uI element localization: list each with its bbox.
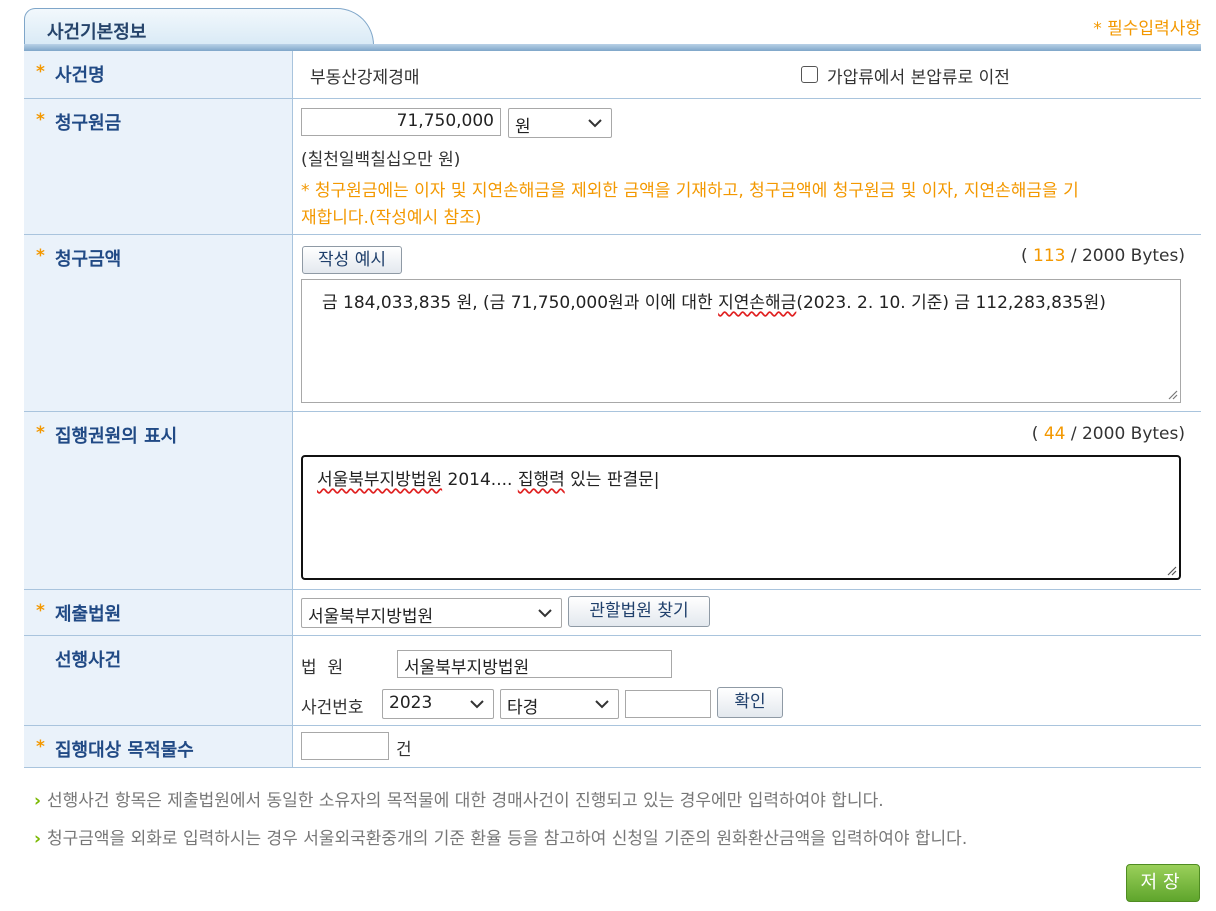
required-star: *	[36, 246, 45, 266]
title-text-d: 있는 판결문|	[564, 470, 660, 490]
row-prior-case: 선행사건 법 원 서울북부지방법원 사건번호 2023 타경 확인	[24, 636, 1201, 726]
note-text: 선행사건 항목은 제출법원에서 동일한 소유자의 목적물에 대한 경매사건이 진…	[47, 791, 884, 811]
prior-case-label-cell: 선행사건	[24, 636, 293, 725]
target-count-value-cell: 건	[301, 726, 1193, 767]
title-display-label: 집행권원의 표시	[55, 426, 178, 447]
confirm-button[interactable]: 확인	[717, 687, 783, 718]
resize-grip-icon[interactable]	[1166, 388, 1178, 400]
title-bytes-total: / 2000 Bytes)	[1070, 424, 1185, 444]
case-type-selected: 타경	[507, 698, 539, 718]
case-name-label: 사건명	[55, 65, 105, 86]
target-count-input[interactable]	[301, 732, 389, 760]
title-text-a: 서울북부지방법원	[317, 470, 443, 490]
save-button[interactable]: 저장	[1126, 864, 1200, 902]
title-byte-counter: ( 44 / 2000 Bytes)	[1032, 424, 1185, 444]
target-count-unit: 건	[396, 740, 412, 760]
case-name-label-cell: * 사건명	[24, 51, 293, 98]
note-text: 청구금액을 외화로 입력하시는 경우 서울외국환중개의 기준 환율 등을 참고하…	[47, 829, 968, 849]
required-star: *	[36, 423, 45, 443]
principal-note-line2: 재합니다.(작성예시 참조)	[301, 208, 482, 228]
title-display-value-cell: ( 44 / 2000 Bytes) 서울북부지방법원 2014.... 집행력…	[301, 412, 1193, 589]
seizure-transfer-label[interactable]: 가압류에서 본압류로 이전	[827, 63, 1010, 88]
note-prior-case: › 선행사건 항목은 제출법원에서 동일한 소유자의 목적물에 대한 경매사건이 …	[34, 786, 884, 811]
chevron-down-icon	[595, 700, 609, 709]
claim-amount-label: 청구금액	[55, 249, 122, 270]
chevron-down-icon	[588, 119, 602, 128]
row-principal: * 청구원금 71,750,000 원 (칠천일백칠십오만 원) * 청구원금에…	[24, 99, 1201, 235]
section-title: 사건기본정보	[47, 22, 147, 43]
principal-note-line1: * 청구원금에는 이자 및 지연손해금을 제외한 금액을 기재하고, 청구금액에…	[301, 181, 1079, 201]
case-year-selected: 2023	[389, 693, 433, 713]
section-underline	[24, 44, 1201, 51]
prior-court-input[interactable]: 서울북부지방법원	[397, 650, 672, 678]
chevron-down-icon	[538, 609, 552, 618]
court-label-cell: * 제출법원	[24, 590, 293, 635]
claim-byte-counter: ( 113 / 2000 Bytes)	[1021, 246, 1185, 266]
required-star: *	[36, 737, 45, 757]
principal-label-cell: * 청구원금	[24, 99, 293, 234]
principal-value-cell: 71,750,000 원 (칠천일백칠십오만 원) * 청구원금에는 이자 및 …	[301, 99, 1193, 234]
section-tab: 사건기본정보	[24, 8, 374, 45]
row-claim-amount: * 청구금액 작성 예시 ( 113 / 2000 Bytes) 금 184,0…	[24, 235, 1201, 412]
claim-amount-value-cell: 작성 예시 ( 113 / 2000 Bytes) 금 184,033,835 …	[301, 235, 1193, 411]
prior-court-label: 법 원	[301, 658, 344, 678]
claim-amount-textarea[interactable]: 금 184,033,835 원, (금 71,750,000원과 이에 대한 지…	[301, 279, 1181, 403]
row-target-count: * 집행대상 목적물수 건	[24, 726, 1201, 768]
court-select[interactable]: 서울북부지방법원	[301, 598, 562, 628]
row-case-name: * 사건명 부동산강제경매 가압류에서 본압류로 이전	[24, 51, 1201, 99]
principal-amount-korean: (칠천일백칠십오만 원)	[301, 150, 461, 170]
row-title-display: * 집행권원의 표시 ( 44 / 2000 Bytes) 서울북부지방법원 2…	[24, 412, 1201, 590]
required-note: * 필수입력사항	[1093, 19, 1201, 39]
court-value-cell: 서울북부지방법원 관할법원 찾기	[301, 590, 1193, 635]
case-type-select[interactable]: 타경	[500, 689, 619, 719]
chevron-down-icon	[470, 700, 484, 709]
case-name-value-cell: 부동산강제경매 가압류에서 본압류로 이전	[301, 51, 1193, 98]
prior-case-label: 선행사건	[55, 650, 122, 671]
principal-label: 청구원금	[55, 113, 122, 134]
case-number-input[interactable]	[625, 690, 711, 718]
principal-amount-input[interactable]: 71,750,000	[301, 108, 501, 136]
court-label: 제출법원	[55, 604, 122, 625]
title-text-c: 집행력	[517, 470, 565, 490]
required-star: *	[36, 62, 45, 82]
byte-open: (	[1020, 246, 1028, 266]
case-name-value: 부동산강제경매	[310, 68, 420, 88]
find-court-button[interactable]: 관할법원 찾기	[568, 596, 710, 627]
required-star: *	[36, 601, 45, 621]
chevron-right-icon: ›	[34, 829, 42, 849]
byte-open: (	[1031, 424, 1039, 444]
row-court: * 제출법원 서울북부지방법원 관할법원 찾기	[24, 590, 1201, 636]
title-bytes-used: 44	[1043, 424, 1066, 444]
required-star: *	[36, 110, 45, 130]
claim-bytes-used: 113	[1033, 246, 1066, 266]
title-display-label-cell: * 집행권원의 표시	[24, 412, 293, 589]
claim-text-c: (2023. 2. 10. 기준) 금 112,283,835원)	[796, 293, 1106, 313]
seizure-transfer-checkbox[interactable]	[801, 66, 818, 83]
claim-text-a: 금 184,033,835 원, (금 71,750,000원과 이에 대한	[322, 293, 719, 313]
resize-grip-icon[interactable]	[1165, 564, 1177, 576]
case-number-label: 사건번호	[301, 698, 364, 718]
court-selected: 서울북부지방법원	[308, 607, 434, 627]
target-count-label: 집행대상 목적물수	[55, 740, 194, 761]
chevron-right-icon: ›	[34, 791, 42, 811]
prior-case-value-cell: 법 원 서울북부지방법원 사건번호 2023 타경 확인	[301, 636, 1193, 725]
target-count-label-cell: * 집행대상 목적물수	[24, 726, 293, 767]
example-button[interactable]: 작성 예시	[302, 246, 402, 274]
title-display-textarea[interactable]: 서울북부지방법원 2014.... 집행력 있는 판결문|	[301, 455, 1181, 580]
section-header: 사건기본정보 * 필수입력사항	[24, 8, 1201, 52]
claim-text-b: 지연손해금	[718, 293, 797, 313]
title-text-b: 2014....	[442, 470, 518, 490]
claim-amount-label-cell: * 청구금액	[24, 235, 293, 411]
currency-selected: 원	[515, 117, 531, 137]
currency-select[interactable]: 원	[508, 108, 612, 138]
note-foreign-currency: › 청구금액을 외화로 입력하시는 경우 서울외국환중개의 기준 환율 등을 참고…	[34, 824, 967, 849]
claim-bytes-total: / 2000 Bytes)	[1070, 246, 1185, 266]
case-year-select[interactable]: 2023	[382, 689, 494, 719]
